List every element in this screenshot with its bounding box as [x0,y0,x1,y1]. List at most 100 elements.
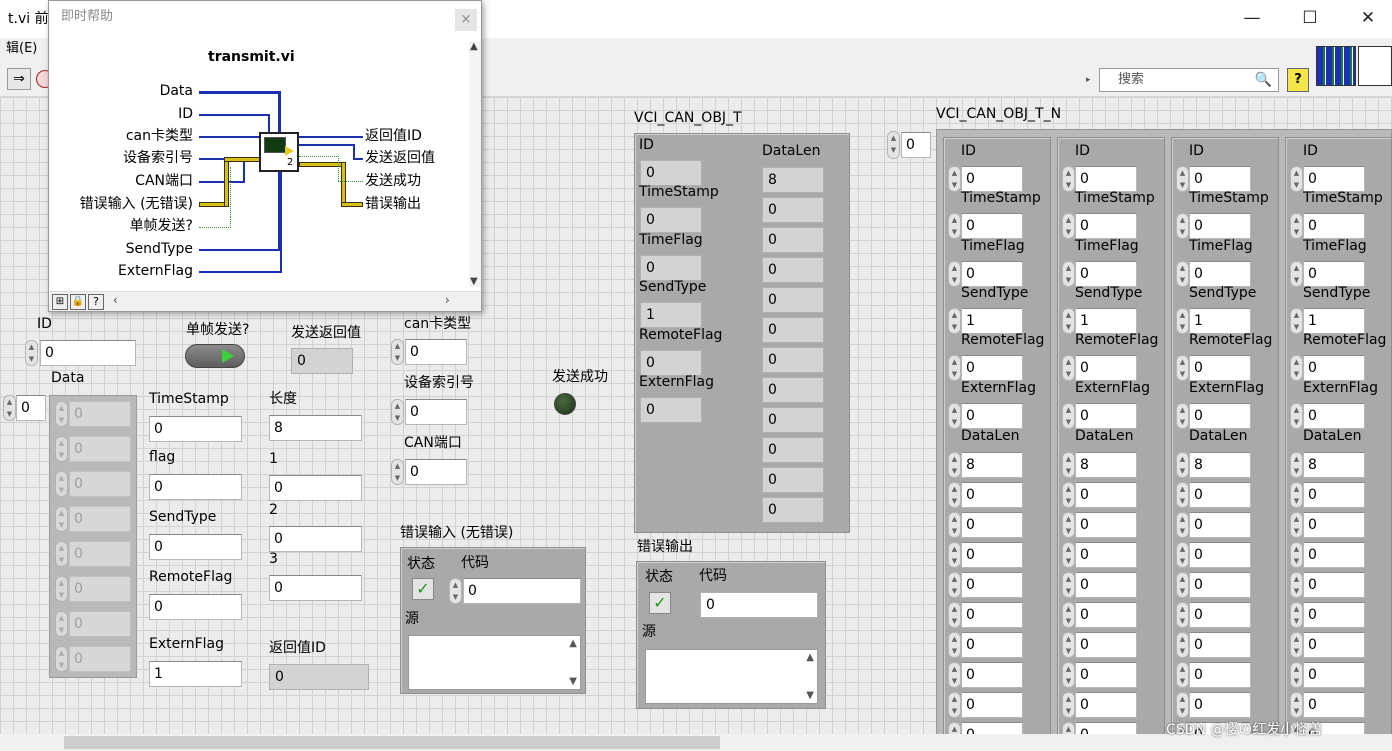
vcin-field-incdec[interactable]: ▲ ▼ [1062,355,1075,382]
vcin-field-input[interactable]: 0 [961,355,1023,382]
vcin-field-input[interactable]: 0 [1189,260,1251,287]
vcin-field-input[interactable]: 0 [961,166,1023,192]
vcin-field-incdec[interactable]: ▲ ▼ [1062,213,1075,240]
vcin-data-incdec[interactable]: ▲▼ [1290,692,1303,718]
vcin-data-input[interactable]: 0 [1303,692,1365,718]
vcin-data-incdec[interactable]: ▲▼ [1062,632,1075,658]
vcin-field-input[interactable]: 0 [1189,166,1251,192]
vcin-index-incdec[interactable]: ▲ ▼ [887,131,900,159]
minimize-icon[interactable]: — [1242,8,1262,28]
len3-input[interactable]: 0 [269,575,362,601]
vcin-field-incdec[interactable]: ▲ ▼ [1062,166,1075,192]
vcin-data-input[interactable]: 0 [1189,662,1251,688]
vcin-index-input[interactable]: 0 [901,132,931,158]
data-index-incdec[interactable]: ▲ ▼ [3,395,16,421]
device-index-input[interactable]: 0 [405,399,467,425]
vcin-data-input[interactable]: 0 [1303,602,1365,628]
error-in-status-checkbox[interactable]: ✓ [412,578,434,600]
vcin-data-input[interactable]: 0 [1189,542,1251,568]
vcin-field-incdec[interactable]: ▲ ▼ [1290,213,1303,240]
vcin-data-input[interactable]: 0 [1303,482,1365,508]
vcin-data-incdec[interactable]: ▲▼ [1176,542,1189,568]
search-icon[interactable]: 🔍 [1255,69,1272,91]
vcin-data-input[interactable]: 0 [1189,632,1251,658]
vcin-data-incdec[interactable]: ▲▼ [1176,662,1189,688]
vcin-data-input[interactable]: 0 [961,602,1023,628]
vcin-data-incdec[interactable]: ▲▼ [1290,452,1303,478]
vcin-data-incdec[interactable]: ▲▼ [948,662,961,688]
vcin-field-incdec[interactable]: ▲ ▼ [1290,402,1303,429]
close-icon[interactable]: ✕ [1358,8,1378,28]
vcin-field-incdec[interactable]: ▲ ▼ [1062,402,1075,429]
vcin-data-input[interactable]: 0 [1189,482,1251,508]
device-index-incdec[interactable]: ▲ ▼ [391,399,404,425]
menu-edit[interactable]: 辑(E) [6,41,37,57]
vcin-data-incdec[interactable]: ▲▼ [1062,512,1075,538]
vcin-field-incdec[interactable]: ▲ ▼ [1176,355,1189,382]
vcin-field-input[interactable]: 0 [1075,166,1137,192]
vcin-field-input[interactable]: 0 [1303,213,1365,240]
vcin-field-incdec[interactable]: ▲ ▼ [1290,260,1303,287]
vcin-data-incdec[interactable]: ▲▼ [1062,662,1075,688]
run-arrow-icon[interactable]: ⇒ [7,68,31,90]
vcin-data-incdec[interactable]: ▲▼ [1062,452,1075,478]
help-vscrollbar[interactable]: ▲ ▼ [469,41,481,287]
search-input[interactable]: 搜索 ▸ 🔍 [1086,68,1279,92]
scroll-up-icon[interactable]: ▲ [569,638,577,649]
vcin-data-incdec[interactable]: ▲▼ [1176,512,1189,538]
single-frame-button[interactable] [185,344,245,368]
vcin-data-input[interactable]: 0 [1189,692,1251,718]
vcin-field-incdec[interactable]: ▲ ▼ [948,166,961,192]
vcin-data-incdec[interactable]: ▲▼ [1176,572,1189,598]
vcin-data-input[interactable]: 0 [1303,512,1365,538]
vcin-data-incdec[interactable]: ▲▼ [948,512,961,538]
length-input[interactable]: 8 [269,415,362,441]
vcin-field-incdec[interactable]: ▲ ▼ [1290,307,1303,334]
vcin-field-incdec[interactable]: ▲ ▼ [1062,260,1075,287]
scroll-up-icon[interactable]: ▲ [470,41,478,52]
id-input[interactable]: 0 [40,340,136,366]
vcin-data-incdec[interactable]: ▲▼ [1062,692,1075,718]
vcin-data-input[interactable]: 0 [1189,572,1251,598]
vcin-field-incdec[interactable]: ▲ ▼ [948,402,961,429]
vcin-field-incdec[interactable]: ▲ ▼ [1062,307,1075,334]
vcin-data-input[interactable]: 0 [961,512,1023,538]
vcin-field-input[interactable]: 0 [1075,402,1137,429]
remoteflag-input[interactable]: 0 [149,594,242,620]
error-in-code-incdec[interactable]: ▲ ▼ [449,578,462,604]
scrollbar-thumb[interactable] [64,736,720,749]
vcin-field-input[interactable]: 0 [1303,260,1365,287]
vcin-field-input[interactable]: 0 [1189,213,1251,240]
vcin-field-input[interactable]: 0 [961,402,1023,429]
can-port-incdec[interactable]: ▲ ▼ [391,459,404,485]
vcin-field-incdec[interactable]: ▲ ▼ [1176,166,1189,192]
vcin-data-input[interactable]: 0 [1303,572,1365,598]
can-type-incdec[interactable]: ▲ ▼ [391,339,404,365]
vcin-field-incdec[interactable]: ▲ ▼ [1176,402,1189,429]
vcin-data-input[interactable]: 0 [1075,542,1137,568]
vcin-data-input[interactable]: 8 [1189,452,1251,478]
vcin-data-incdec[interactable]: ▲▼ [1176,482,1189,508]
detailed-help-icon[interactable]: ⊞ [52,294,68,310]
vcin-data-input[interactable]: 0 [1075,662,1137,688]
vcin-data-incdec[interactable]: ▲▼ [948,572,961,598]
vcin-data-incdec[interactable]: ▲▼ [1290,662,1303,688]
vcin-data-incdec[interactable]: ▲▼ [1290,572,1303,598]
vcin-field-incdec[interactable]: ▲ ▼ [1176,307,1189,334]
vcin-field-incdec[interactable]: ▲ ▼ [1176,213,1189,240]
vcin-data-input[interactable]: 0 [1075,692,1137,718]
vcin-field-input[interactable]: 1 [961,307,1023,334]
vcin-data-incdec[interactable]: ▲▼ [1062,572,1075,598]
vcin-data-input[interactable]: 0 [1075,512,1137,538]
vcin-data-incdec[interactable]: ▲▼ [948,452,961,478]
vcin-data-input[interactable]: 0 [961,662,1023,688]
vcin-data-incdec[interactable]: ▲▼ [1062,602,1075,628]
maximize-icon[interactable]: ☐ [1300,8,1320,28]
timestamp-input[interactable]: 0 [149,416,242,442]
vcin-data-input[interactable]: 0 [1303,542,1365,568]
vcin-data-incdec[interactable]: ▲▼ [1290,512,1303,538]
vcin-data-input[interactable]: 0 [961,542,1023,568]
vcin-data-input[interactable]: 0 [1303,632,1365,658]
vcin-field-input[interactable]: 0 [1075,260,1137,287]
vcin-data-incdec[interactable]: ▲▼ [1290,602,1303,628]
